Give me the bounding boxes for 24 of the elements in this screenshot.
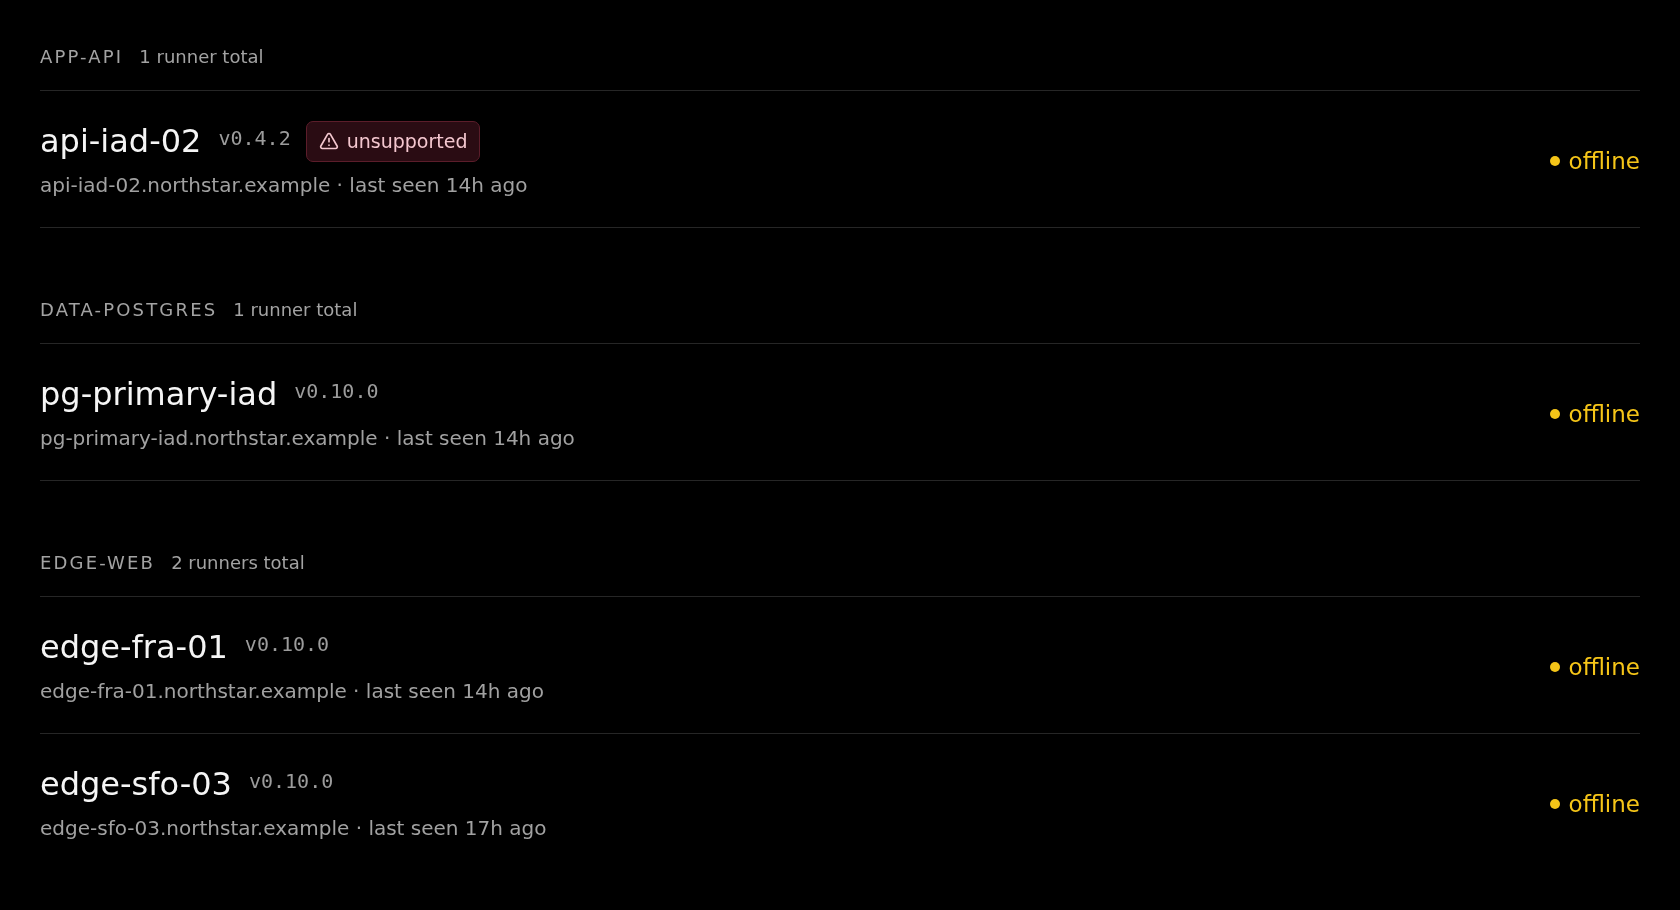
version-label: v0.10.0 [244,631,330,657]
status-label: offline [1568,789,1640,819]
status-label: offline [1568,399,1640,429]
group-title: APP-API [40,45,124,69]
runner-count: 1 runner total [139,45,264,69]
version-label: v0.10.0 [248,768,334,794]
group-title: EDGE-WEB [40,551,156,575]
runner-detail: pg-primary-iad.northstar.example · last seen 14h ago [40,425,575,452]
warning-icon [318,131,339,151]
badge-label: unsupported [346,129,468,153]
runner-count: 1 runner total [233,298,358,322]
runner-name: pg-primary-iad [40,374,278,414]
version-label: v0.10.0 [294,378,379,404]
group-title: DATA-POSTGRES [40,298,218,322]
version-label: v0.4.2 [218,125,291,151]
runner-name: edge-fra-01 [40,627,228,667]
runner-detail: edge-sfo-03.northstar.example · last seen 17h ago [40,815,547,842]
status-label: offline [1568,146,1640,176]
runner-name: edge-sfo-03 [40,764,232,804]
runner-detail: api-iad-02.northstar.example · last seen 14h ago [40,172,528,199]
runner-name: api-iad-02 [40,121,202,161]
runner-detail: edge-fra-01.northstar.example · last seen 14h ago [40,678,544,705]
runner-count: 2 runners total [171,551,305,575]
status-label: offline [1568,652,1640,682]
